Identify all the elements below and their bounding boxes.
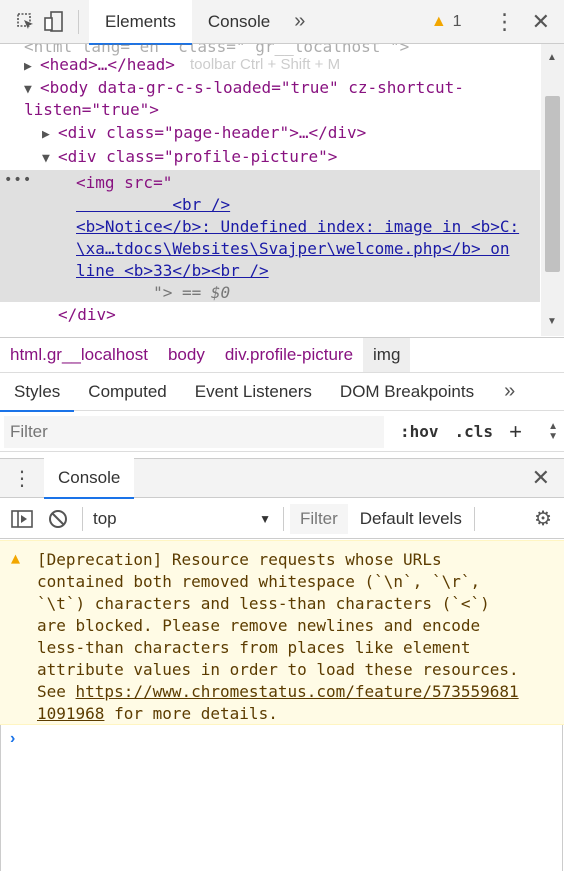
drawer-tab-console[interactable]: Console <box>44 458 135 499</box>
expand-arrow-icon[interactable]: ▶ <box>24 56 40 78</box>
breadcrumb-img[interactable]: img <box>363 338 411 372</box>
breadcrumb-html[interactable]: html.gr__localhost <box>0 338 158 372</box>
styles-filter-input[interactable] <box>4 415 384 448</box>
node-actions-icon[interactable]: ••• <box>4 172 32 188</box>
breadcrumb-div[interactable]: div.profile-picture <box>215 338 363 372</box>
scroll-up-icon[interactable]: ▲ <box>547 52 557 63</box>
tab-console[interactable]: Console <box>192 0 286 44</box>
close-icon[interactable]: ✕ <box>532 9 564 35</box>
tab-event-listeners[interactable]: Event Listeners <box>181 373 326 411</box>
drawer-close-icon[interactable]: ✕ <box>532 465 564 491</box>
chromestatus-link[interactable]: https://www.chromestatus.com/feature/573… <box>76 682 519 701</box>
breadcrumb-body[interactable]: body <box>158 338 215 372</box>
styles-scroll-icon[interactable]: ▲ ▼ <box>548 421 558 442</box>
new-rule-icon[interactable]: + <box>509 419 522 445</box>
toolbar-divider <box>283 506 284 531</box>
warning-text-line: less-than characters from places like el… <box>37 638 471 657</box>
console-warning-message: ▲ [Deprecation] Resource requests whose … <box>0 540 564 725</box>
clear-console-icon[interactable] <box>40 509 76 529</box>
log-levels-dropdown[interactable]: Default levels <box>348 509 474 529</box>
context-value: top <box>93 508 117 528</box>
body-node[interactable]: ▼ <body data-gr-c-s-loaded="true" cz-shor… <box>24 77 464 101</box>
img-node-content: <img src=" <br /> <b>Notice</b>: Undefin… <box>76 172 519 304</box>
elements-scrollbar[interactable]: ▲ ▼ <box>541 44 564 336</box>
drawer-menu-icon[interactable]: ⋮ <box>0 466 44 491</box>
img-src-line-5: "> == $0 <box>76 283 231 302</box>
tab-styles[interactable]: Styles <box>0 373 75 412</box>
console-prompt-icon[interactable]: › <box>10 730 15 748</box>
body-node-cont: listen="true"> <box>24 100 159 119</box>
scroll-down-icon[interactable]: ▼ <box>547 316 557 327</box>
img-src-line-3[interactable]: \xa…tdocs\Websites\Svajper\welcome.php</… <box>76 238 519 260</box>
warning-icon: ▲ <box>11 549 21 567</box>
img-tag: <img src=" <box>76 173 173 192</box>
pane-border <box>0 725 1 871</box>
tab-elements[interactable]: Elements <box>89 0 192 45</box>
tab-dom-breakpoints[interactable]: DOM Breakpoints <box>326 373 488 411</box>
console-toolbar: top ▼ Filter Default levels ⚙ <box>0 499 564 539</box>
img-src-line-2[interactable]: <b>Notice</b>: Undefined index: image in… <box>76 216 519 238</box>
more-subtabs-icon[interactable]: » <box>488 380 523 403</box>
warnings-counter[interactable]: ▲ 1 <box>431 13 478 31</box>
warning-text-line: are blocked. Please remove newlines and … <box>37 616 481 635</box>
page-header-node[interactable]: ▶ <div class="page-header">…</div> <box>42 122 366 146</box>
warning-text-line: 1091968 for more details. <box>37 704 278 723</box>
hov-toggle[interactable]: :hov <box>400 422 439 441</box>
expand-arrow-icon[interactable]: ▶ <box>42 124 58 146</box>
drawer-header: ⋮ Console ✕ <box>0 458 564 499</box>
toolbar-divider <box>473 506 475 531</box>
img-src-line-1[interactable]: <br /> <box>76 194 519 216</box>
warning-text-line: `\t`) characters and less-than character… <box>37 594 490 613</box>
inspect-element-icon[interactable] <box>12 8 40 36</box>
warning-icon: ▲ <box>430 12 447 30</box>
tab-computed[interactable]: Computed <box>74 373 180 411</box>
ghost-tooltip: toolbar Ctrl + Shift + M <box>190 56 341 73</box>
console-filter-input[interactable]: Filter <box>290 503 348 534</box>
warning-text-line: See https://www.chromestatus.com/feature… <box>37 682 519 701</box>
toolbar-divider <box>78 9 79 34</box>
div-close-tag: </div> <box>58 305 116 324</box>
breadcrumb: html.gr__localhost body div.profile-pict… <box>0 337 564 373</box>
cls-toggle[interactable]: .cls <box>455 422 494 441</box>
more-tabs-icon[interactable]: » <box>286 10 313 33</box>
pane-border <box>562 725 563 871</box>
styles-filterbar: :hov .cls + ▲▼ <box>0 412 564 452</box>
context-select[interactable]: top ▼ <box>83 509 283 529</box>
dropdown-arrow-icon: ▼ <box>259 511 271 526</box>
styles-tabbar: Styles Computed Event Listeners DOM Brea… <box>0 373 564 412</box>
warning-text-line: contained both removed whitespace (`\n`,… <box>37 572 481 591</box>
gear-icon[interactable]: ⚙ <box>534 506 564 531</box>
warnings-count: 1 <box>452 12 462 30</box>
chromestatus-link-cont[interactable]: 1091968 <box>37 704 104 723</box>
device-toolbar-icon[interactable] <box>40 8 68 36</box>
collapse-arrow-icon[interactable]: ▼ <box>42 148 58 170</box>
devtools-toolbar: Elements Console » ▲ 1 ⋮ ✕ <box>0 0 564 45</box>
collapse-arrow-icon[interactable]: ▼ <box>24 79 40 101</box>
sidebar-toggle-icon[interactable] <box>4 509 40 529</box>
warning-text-line: attribute values in order to load these … <box>37 660 519 679</box>
kebab-menu-icon[interactable]: ⋮ <box>478 9 532 35</box>
scrollbar-thumb[interactable] <box>545 96 560 272</box>
img-src-line-4[interactable]: line <b>33</b><br /> <box>76 260 519 282</box>
profile-picture-node[interactable]: ▼ <div class="profile-picture"> <box>42 146 337 170</box>
warning-text-line: [Deprecation] Resource requests whose UR… <box>37 550 442 569</box>
head-node[interactable]: ▶ <head>…</head> <box>24 54 175 78</box>
